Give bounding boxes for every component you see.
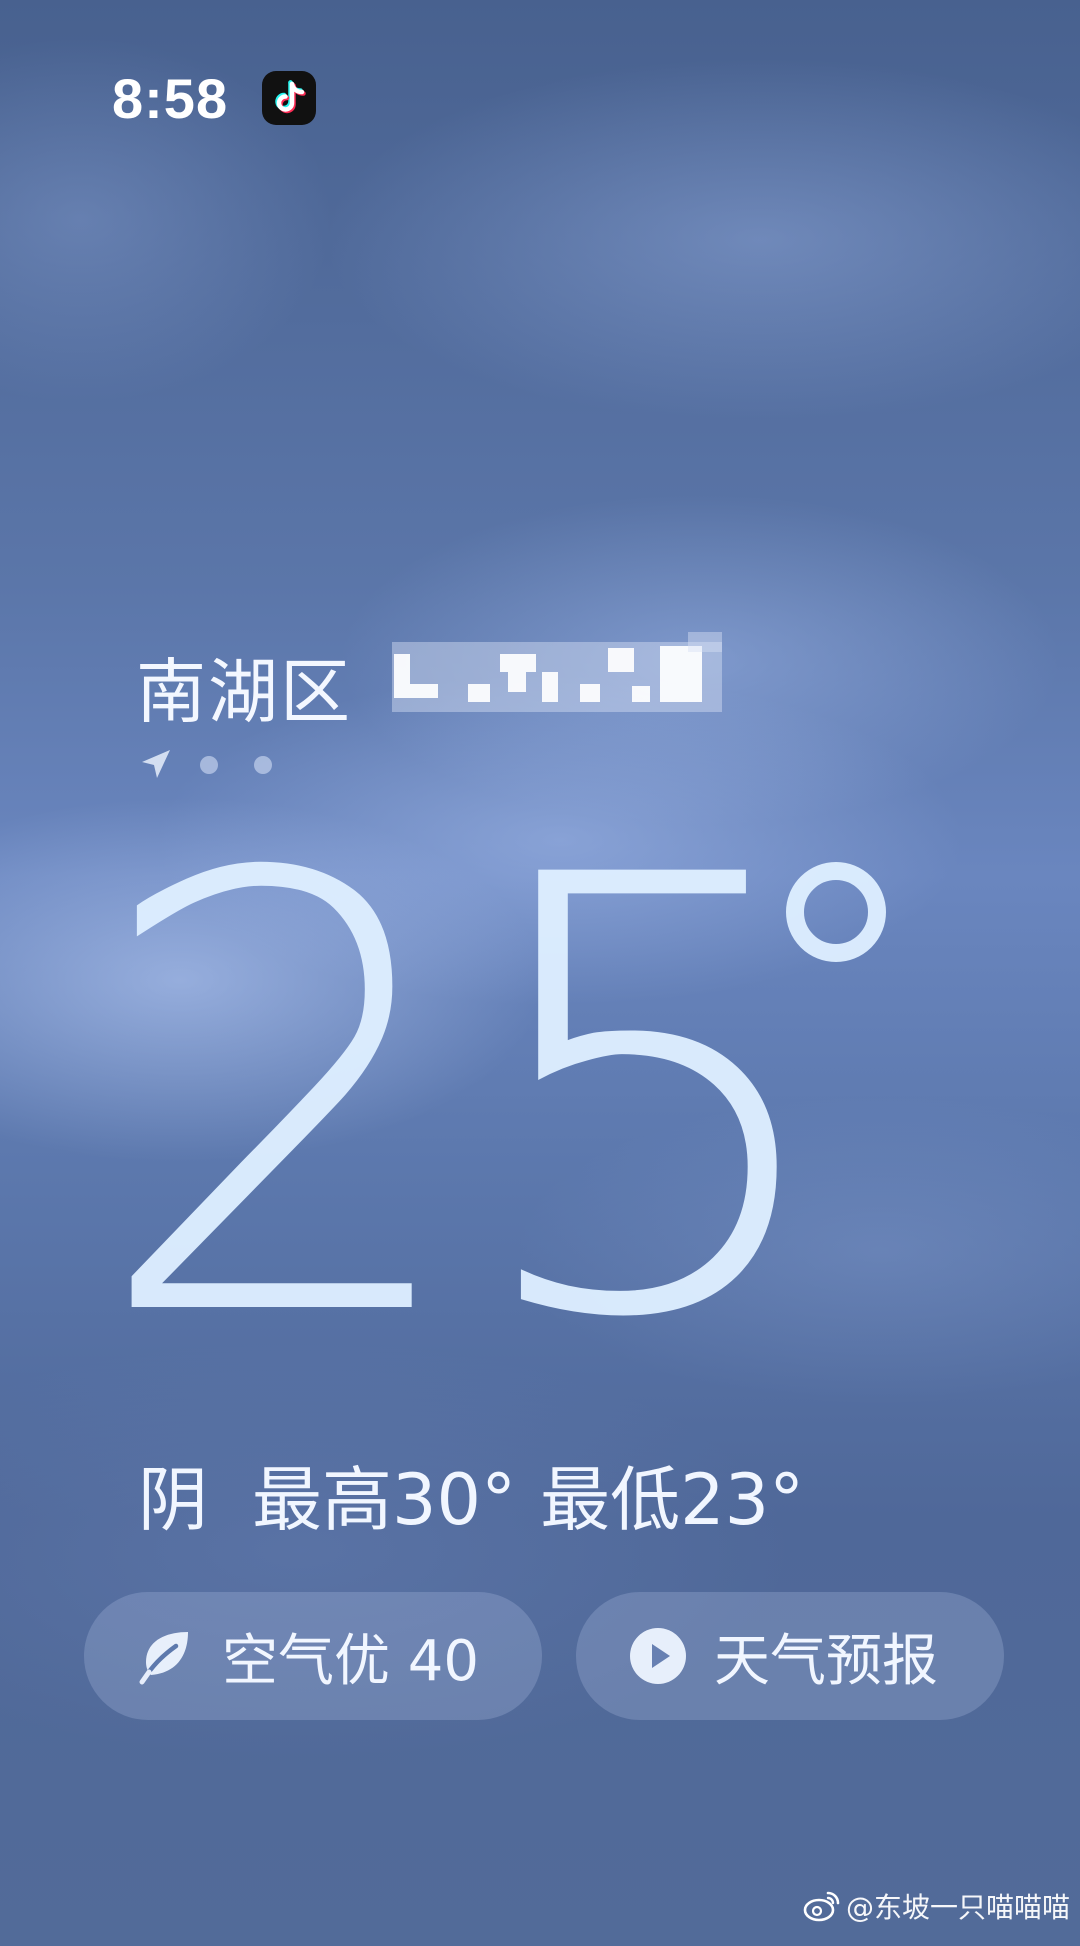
- condition-summary: 阴最高30° 最低23°: [138, 1444, 804, 1545]
- air-quality-button[interactable]: 空气优 40: [84, 1592, 542, 1720]
- play-icon: [628, 1626, 688, 1686]
- watermark: @东坡一只喵喵喵: [802, 1886, 1070, 1926]
- tiktok-icon: [262, 71, 316, 125]
- low-temperature: 最低23°: [540, 1459, 805, 1541]
- air-quality-label: 空气优 40: [222, 1628, 480, 1694]
- condition-text: 阴: [138, 1459, 208, 1541]
- weather-screen: 8:58 南湖区 25 阴 最高30° 最低23° 空气优 40 天气预报 @东…: [0, 0, 1080, 1946]
- status-time: 8:58: [112, 67, 229, 130]
- weather-forecast-label: 天气预报: [714, 1628, 938, 1694]
- temperature-degree-symbol: [786, 862, 886, 962]
- leaf-icon: [136, 1626, 196, 1686]
- high-temperature: 最高30°: [252, 1459, 517, 1541]
- temperature-value: 25: [90, 750, 843, 1449]
- weibo-icon: [802, 1889, 842, 1923]
- location-district[interactable]: 南湖区: [136, 636, 352, 737]
- weather-forecast-button[interactable]: 天气预报: [576, 1592, 1004, 1720]
- location-detail-obscured: [392, 632, 722, 718]
- watermark-text: @东坡一只喵喵喵: [845, 1891, 1070, 1924]
